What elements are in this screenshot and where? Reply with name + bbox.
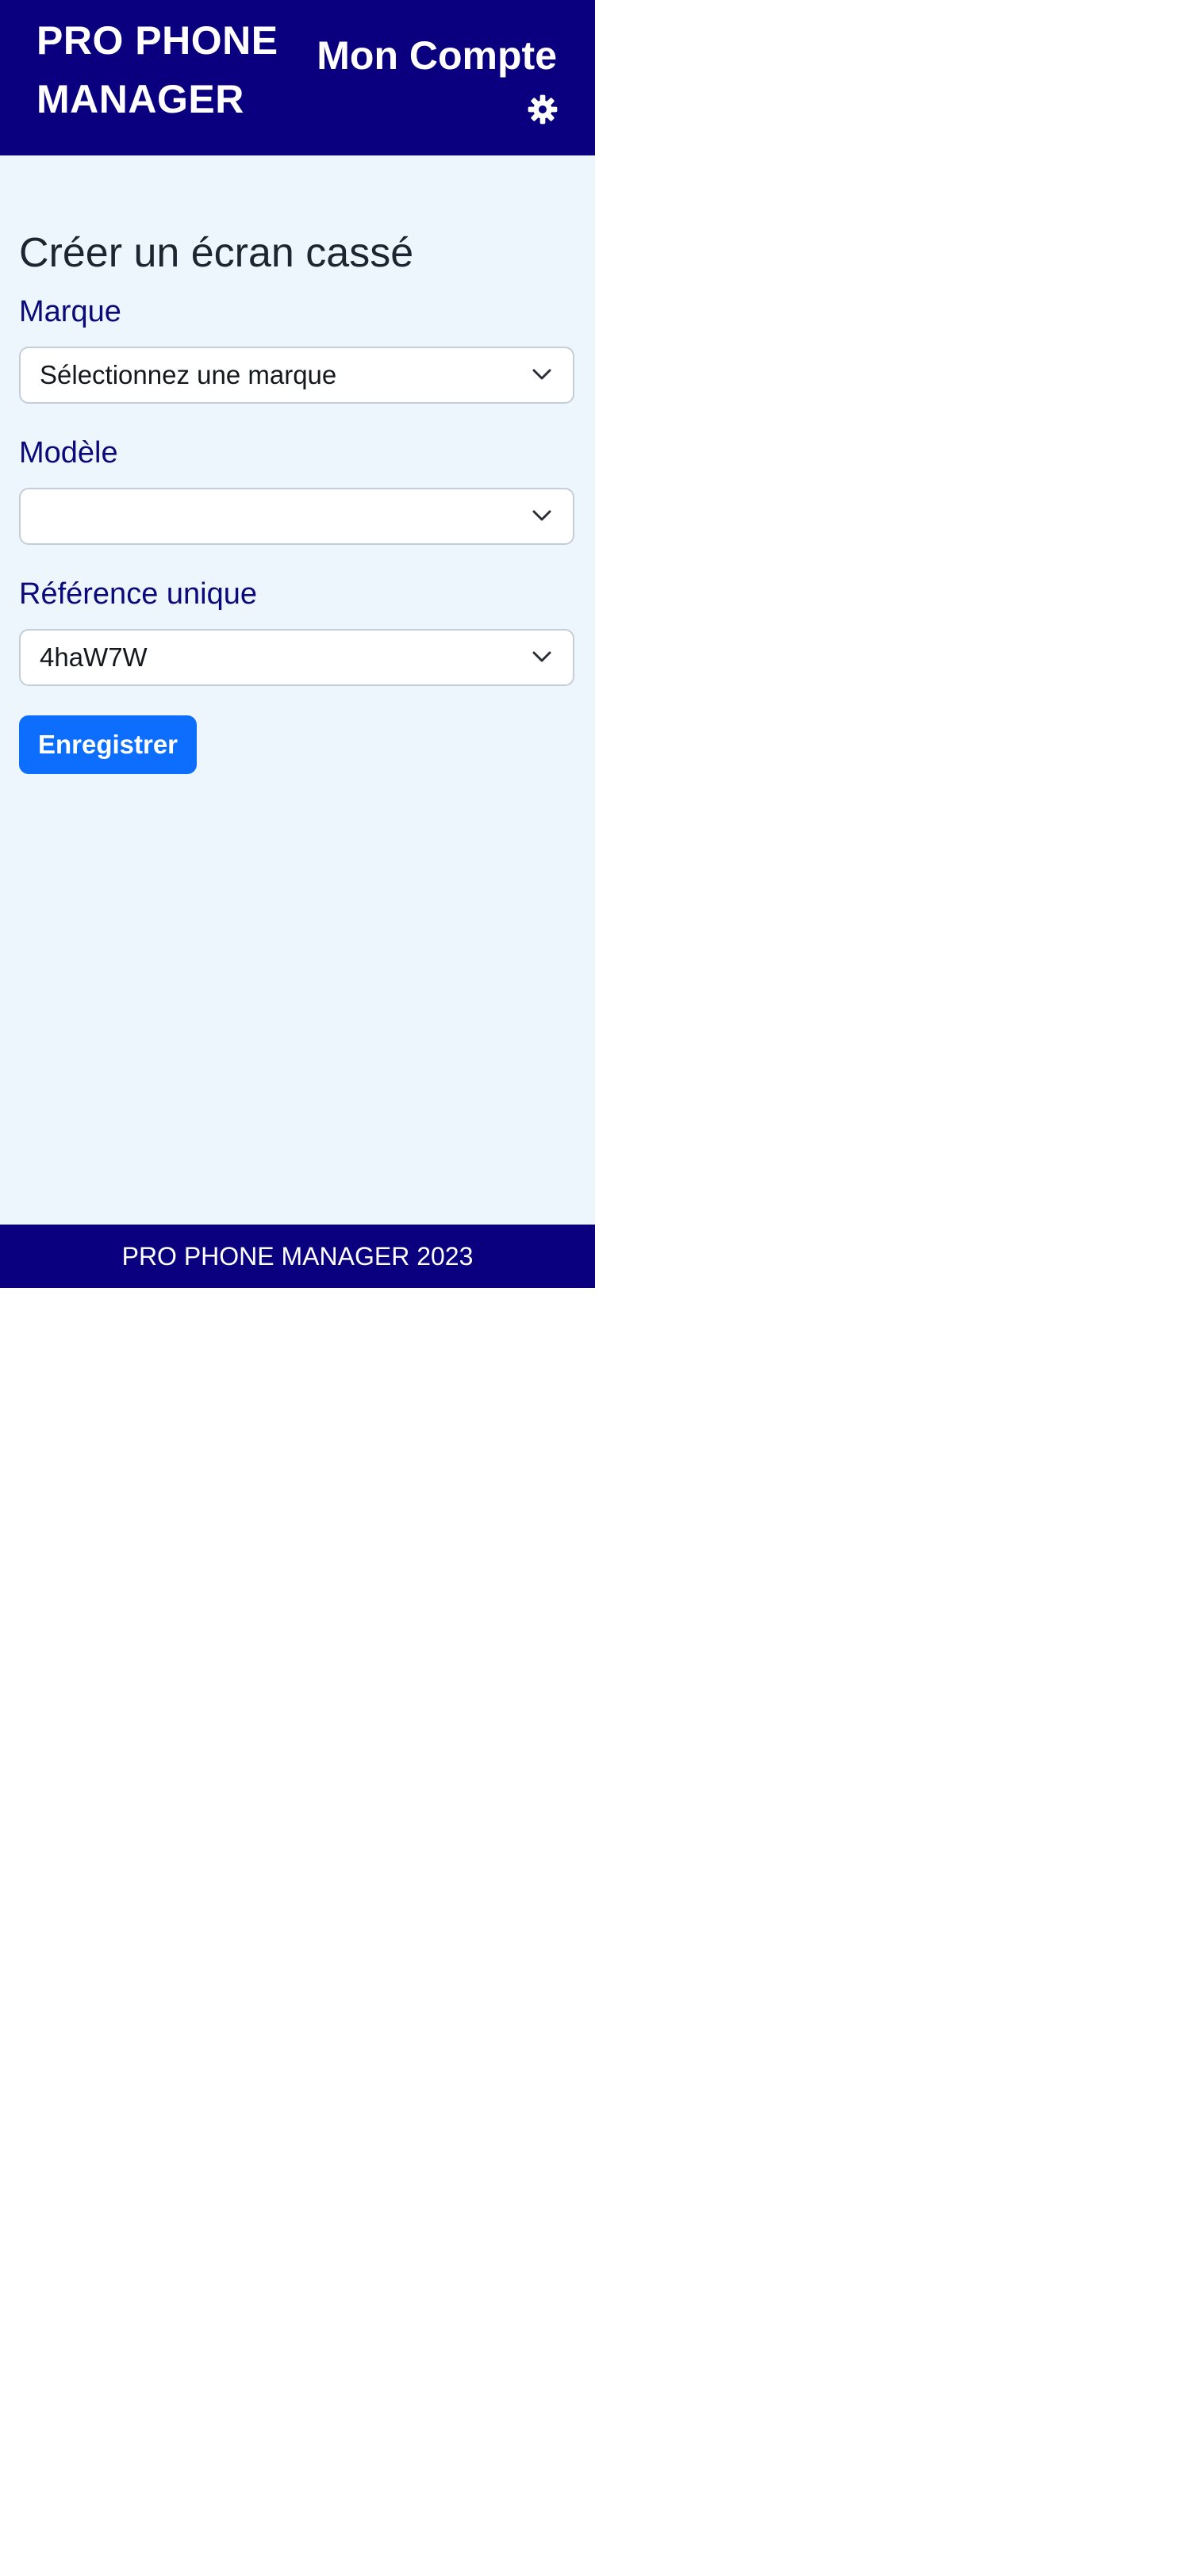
main-content: Créer un écran cassé Marque Sélectionnez… bbox=[0, 155, 595, 1225]
marque-label: Marque bbox=[19, 295, 121, 328]
reference-select-value: 4haW7W bbox=[40, 642, 148, 672]
top-header: PRO PHONE MANAGER Mon Compte bbox=[0, 0, 595, 155]
reference-label: Référence unique bbox=[19, 577, 257, 611]
save-button[interactable]: Enregistrer bbox=[19, 715, 197, 774]
page-title: Créer un écran cassé bbox=[19, 230, 414, 276]
modele-label: Modèle bbox=[19, 436, 118, 470]
chevron-down-icon bbox=[532, 510, 551, 521]
reference-select[interactable]: 4haW7W bbox=[19, 629, 574, 686]
footer-text: PRO PHONE MANAGER 2023 bbox=[121, 1242, 474, 1271]
marque-select[interactable]: Sélectionnez une marque bbox=[19, 347, 574, 404]
gear-icon[interactable] bbox=[527, 94, 559, 125]
chevron-down-icon bbox=[532, 651, 551, 662]
footer: PRO PHONE MANAGER 2023 bbox=[0, 1225, 595, 1288]
chevron-down-icon bbox=[532, 369, 551, 380]
marque-select-value: Sélectionnez une marque bbox=[40, 360, 337, 389]
brand-title: PRO PHONE MANAGER bbox=[36, 18, 278, 121]
account-link[interactable]: Mon Compte bbox=[317, 30, 557, 81]
app-root: PRO PHONE MANAGER Mon Compte Créer un éc… bbox=[0, 0, 595, 1288]
modele-select[interactable] bbox=[19, 488, 574, 545]
